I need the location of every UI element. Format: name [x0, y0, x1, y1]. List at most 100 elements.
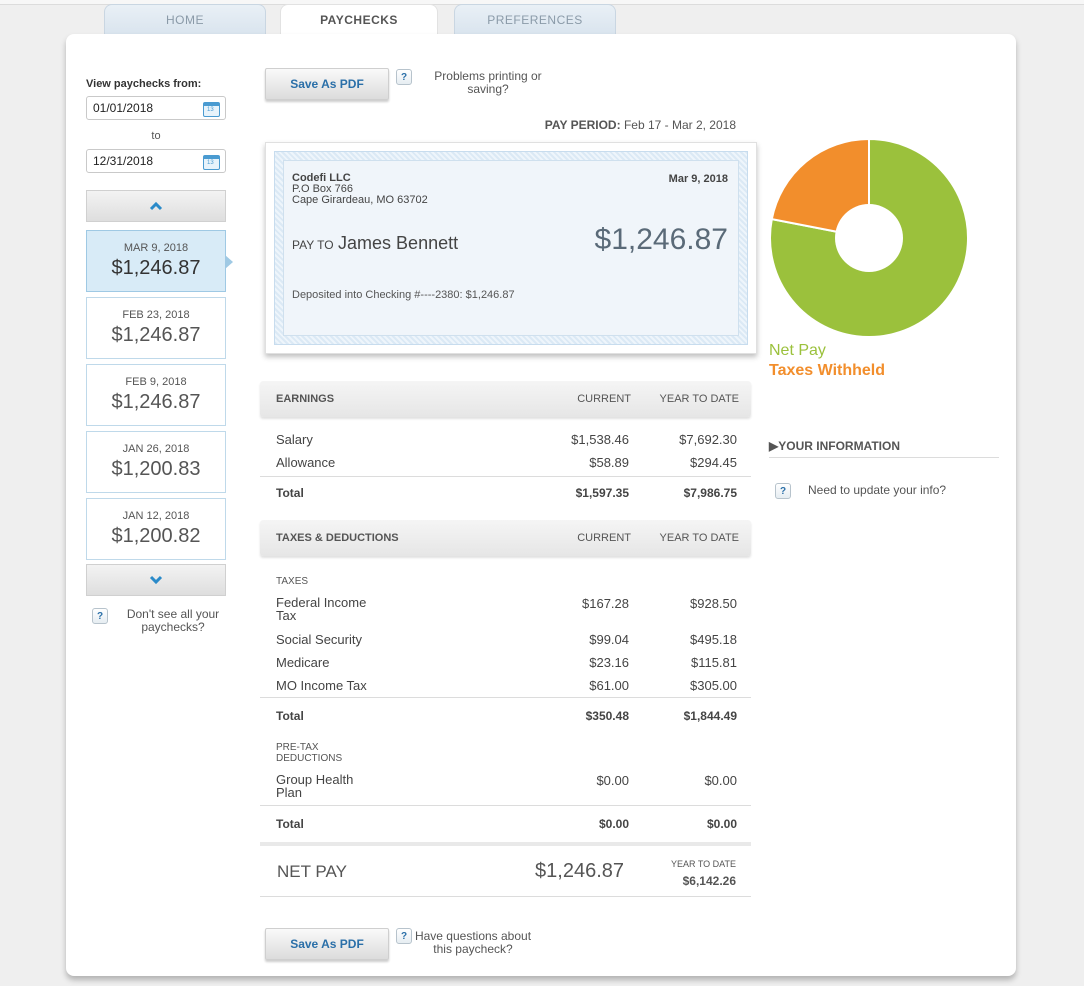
current-column-header: CURRENT — [577, 532, 631, 544]
row-name: Federal Income Tax — [276, 595, 367, 623]
chevron-up-icon — [149, 201, 163, 211]
company-address: Codefi LLC P.O Box 766 Cape Girardeau, M… — [292, 173, 428, 206]
help-icon[interactable]: ? — [92, 608, 108, 624]
paycheck-date: JAN 12, 2018 — [122, 510, 190, 522]
row-name: Total — [276, 709, 304, 723]
check-border: Codefi LLC P.O Box 766 Cape Girardeau, M… — [274, 151, 748, 345]
pretax-label: PRE-TAX DEDUCTIONS — [276, 742, 343, 764]
row-current: $0.00 — [596, 773, 629, 788]
pay-period-value: Feb 17 - Mar 2, 2018 — [623, 118, 736, 132]
paycheck-amount: $1,200.82 — [111, 525, 201, 547]
row-current: $1,597.35 — [575, 486, 629, 500]
pay-to-label: PAY TO — [292, 238, 334, 252]
paycheck-date: MAR 9, 2018 — [123, 242, 189, 254]
net-pay-ytd-label: YEAR TO DATE — [670, 859, 736, 869]
row-name: Salary — [276, 432, 313, 447]
row-ytd: $7,986.75 — [683, 486, 737, 500]
row-name: MO Income Tax — [276, 678, 367, 693]
row-ytd: $305.00 — [690, 678, 737, 693]
help-icon[interactable]: ? — [396, 928, 412, 944]
earnings-header: EARNINGS CURRENT YEAR TO DATE — [260, 381, 751, 417]
paycheck-amount: $1,246.87 — [111, 391, 201, 413]
pay-period-label: PAY PERIOD: — [544, 118, 621, 132]
divider — [260, 805, 751, 806]
chevron-down-icon — [149, 575, 163, 585]
calendar-icon[interactable]: 13 — [203, 155, 220, 170]
from-date-value: 01/01/2018 — [93, 101, 154, 115]
net-pay-ytd-amount: $6,142.26 — [682, 874, 736, 888]
problems-printing-text[interactable]: Problems printing or saving? — [424, 70, 552, 96]
row-ytd: $1,844.49 — [683, 709, 737, 723]
to-date-value: 12/31/2018 — [93, 154, 154, 168]
paycheck-item[interactable]: JAN 26, 2018 $1,200.83 — [86, 431, 226, 493]
your-information-header[interactable]: ▶YOUR INFORMATION — [769, 439, 900, 453]
row-name: Social Security — [276, 632, 362, 647]
check-date: Mar 9, 2018 — [668, 173, 728, 185]
tab-paychecks[interactable]: PAYCHECKS — [280, 4, 438, 35]
divider — [260, 697, 751, 698]
tab-home-label: HOME — [166, 13, 204, 27]
help-icon[interactable]: ? — [396, 69, 412, 85]
divider — [260, 476, 751, 477]
deposit-text: Deposited into Checking #----2380: $1,24… — [292, 289, 515, 301]
main-card: View paychecks from: 01/01/2018 13 to 12… — [66, 34, 1016, 976]
divider — [769, 457, 999, 458]
tab-preferences-label: PREFERENCES — [487, 13, 583, 27]
row-ytd: $294.45 — [690, 455, 737, 470]
row-name: Medicare — [276, 655, 330, 670]
ytd-column-header: YEAR TO DATE — [659, 393, 739, 405]
donut-hole — [835, 204, 903, 272]
current-column-header: CURRENT — [577, 393, 631, 405]
to-label: to — [151, 130, 161, 142]
from-date-field[interactable]: 01/01/2018 13 — [86, 96, 226, 120]
paycheck-date: JAN 26, 2018 — [122, 443, 190, 455]
legend-net-pay: Net Pay — [769, 342, 826, 359]
row-name: Total — [276, 486, 304, 500]
payee-name: James Bennett — [338, 233, 459, 253]
legend-taxes-withheld: Taxes Withheld — [769, 362, 886, 379]
divider — [260, 896, 751, 897]
tab-paychecks-label: PAYCHECKS — [320, 13, 398, 27]
pay-to-line: PAY TO James Bennett — [292, 233, 458, 254]
to-date-field[interactable]: 12/31/2018 13 — [86, 149, 226, 173]
check-amount: $1,246.87 — [594, 223, 728, 256]
net-pay-amount: $1,246.87 — [535, 860, 624, 882]
save-pdf-button-bottom[interactable]: Save As PDF — [265, 928, 389, 960]
update-info-text[interactable]: Need to update your info? — [808, 483, 946, 497]
paycheck-item[interactable]: FEB 9, 2018 $1,246.87 — [86, 364, 226, 426]
paycheck-item[interactable]: FEB 23, 2018 $1,246.87 — [86, 297, 226, 359]
row-ytd: $928.50 — [690, 596, 737, 611]
paycheck-date: FEB 9, 2018 — [125, 376, 187, 388]
row-ytd: $115.81 — [690, 655, 737, 670]
row-ytd: $0.00 — [706, 817, 737, 831]
net-pay-label: NET PAY — [277, 862, 347, 881]
save-pdf-button[interactable]: Save As PDF — [265, 68, 389, 100]
row-current: $58.89 — [589, 455, 629, 470]
row-current: $61.00 — [589, 678, 629, 693]
row-current: $23.16 — [589, 655, 629, 670]
paycheck-amount: $1,246.87 — [111, 324, 201, 346]
paycheck-amount: $1,246.87 — [111, 257, 201, 279]
ytd-column-header: YEAR TO DATE — [659, 532, 739, 544]
missing-paychecks-help[interactable]: Don't see all your paychecks? — [120, 608, 226, 634]
row-current: $99.04 — [589, 632, 629, 647]
view-paychecks-label: View paychecks from: — [86, 78, 202, 90]
row-name: Group Health Plan — [276, 772, 354, 800]
taxes-label: TAXES — [276, 576, 309, 587]
row-name: Total — [276, 817, 304, 831]
pay-period: PAY PERIOD: Feb 17 - Mar 2, 2018 — [486, 118, 736, 132]
tab-preferences[interactable]: PREFERENCES — [454, 4, 616, 35]
scroll-up-button[interactable] — [86, 190, 226, 222]
questions-text[interactable]: Have questions about this paycheck? — [414, 930, 532, 956]
net-pay-divider — [260, 842, 751, 846]
address-line-2: Cape Girardeau, MO 63702 — [292, 194, 428, 206]
calendar-icon[interactable]: 13 — [203, 102, 220, 117]
row-current: $1,538.46 — [571, 432, 629, 447]
help-icon[interactable]: ? — [775, 483, 791, 499]
paycheck-item[interactable]: MAR 9, 2018 $1,246.87 — [86, 230, 233, 292]
scroll-down-button[interactable] — [86, 564, 226, 596]
paycheck-amount: $1,200.83 — [111, 458, 201, 480]
tab-home[interactable]: HOME — [104, 4, 266, 35]
row-current: $0.00 — [598, 817, 629, 831]
paycheck-item[interactable]: JAN 12, 2018 $1,200.82 — [86, 498, 226, 560]
